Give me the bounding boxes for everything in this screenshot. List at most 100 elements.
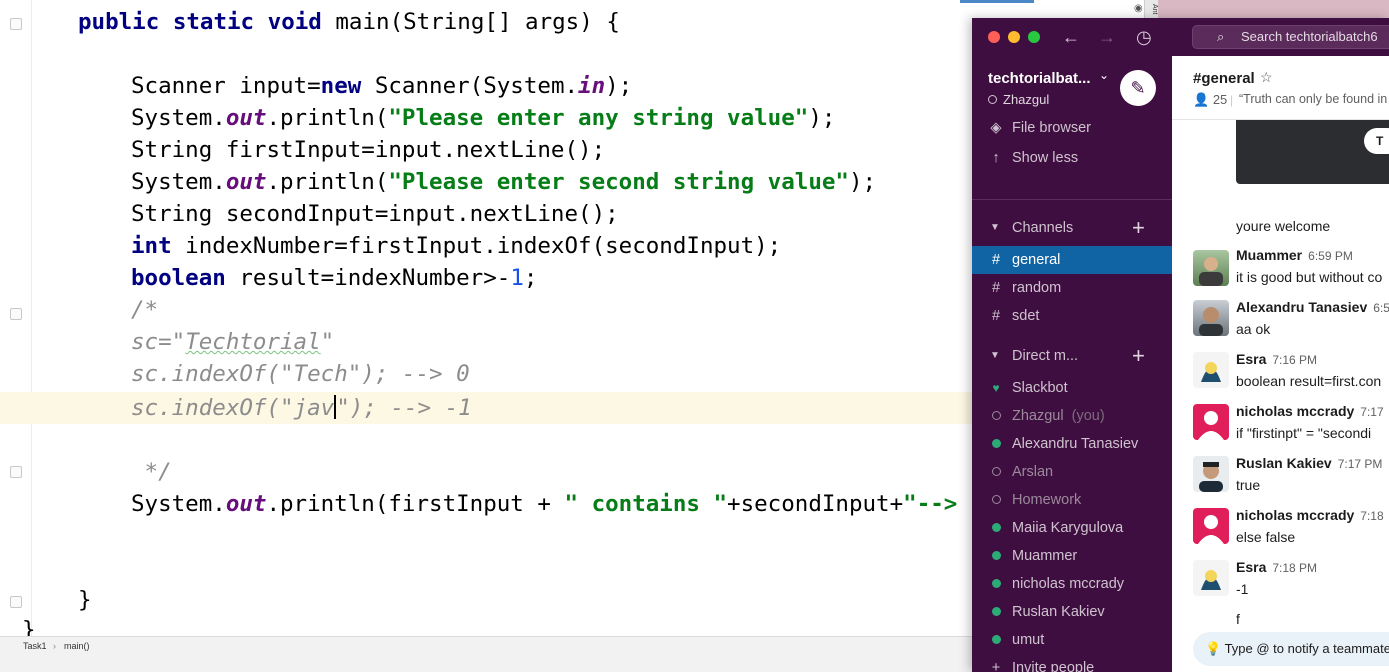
presence-online-icon: [991, 523, 1001, 532]
hash-icon: #: [991, 280, 1001, 296]
presence-away-icon: [991, 411, 1001, 420]
invite-people-button[interactable]: + Invite people: [972, 654, 1172, 672]
sidebar-item-show-less[interactable]: ↑ Show less: [972, 144, 1172, 172]
minimize-window-button[interactable]: [1008, 31, 1020, 43]
sidebar-item-arslan[interactable]: Arslan: [972, 458, 1172, 486]
sidebar-item-alexandru-tanasiev[interactable]: Alexandru Tanasiev: [972, 430, 1172, 458]
presence-away-icon: [991, 467, 1001, 476]
message-author[interactable]: Alexandru Tanasiev 6:5: [1236, 299, 1389, 315]
code-editor[interactable]: public static void main(String[] args) {…: [0, 0, 998, 643]
search-bar[interactable]: ⌕ Search techtorialbatch6: [1192, 25, 1389, 49]
message-author[interactable]: nicholas mccrady 7:18: [1236, 507, 1384, 523]
channels-section-header[interactable]: ▼ Channels +: [972, 214, 1172, 242]
channel-header: #general ☆ 👤 25 | “Truth can only be fou…: [1172, 56, 1389, 120]
presence-away-icon: [991, 495, 1001, 504]
sidebar-item-homework[interactable]: Homework: [972, 486, 1172, 514]
current-user: Zhazgul: [988, 92, 1049, 107]
attachment-button[interactable]: T: [1364, 128, 1389, 154]
sidebar-item-zhazgul[interactable]: Zhazgul (you): [972, 402, 1172, 430]
add-dm-icon[interactable]: +: [1132, 342, 1145, 370]
layers-icon: ◈: [990, 120, 1002, 136]
message-text: -1: [1236, 581, 1249, 597]
sidebar-divider: [972, 199, 1172, 200]
code-line: sc="Techtorial": [131, 329, 335, 355]
member-count[interactable]: 👤 25: [1193, 92, 1227, 108]
avatar[interactable]: [1193, 508, 1229, 544]
code-line: System.out.println("Please enter any str…: [131, 105, 836, 131]
sidebar-item-ruslan-kakiev[interactable]: Ruslan Kakiev: [972, 598, 1172, 626]
code-line: sc.indexOf("jav"); --> -1: [131, 395, 472, 421]
text-cursor: [334, 395, 337, 419]
ant-tool-tab[interactable]: Ant: [1144, 0, 1158, 18]
message-text: aa ok: [1236, 321, 1271, 337]
header-divider: |: [1230, 93, 1234, 107]
sidebar-item-random[interactable]: # random: [972, 274, 1172, 302]
message-author[interactable]: Esra 7:18 PM: [1236, 559, 1317, 575]
workspace-name[interactable]: techtorialbat...: [988, 70, 1091, 87]
avatar[interactable]: [1193, 250, 1229, 286]
code-line: String secondInput=input.nextLine();: [131, 201, 619, 227]
message-author[interactable]: Ruslan Kakiev 7:17 PM: [1236, 455, 1382, 471]
star-icon[interactable]: ☆: [1260, 69, 1273, 86]
direct-messages-section-header[interactable]: ▼ Direct m... +: [972, 342, 1172, 370]
sidebar-item-file-browser[interactable]: ◈ File browser: [972, 114, 1172, 142]
avatar[interactable]: [1193, 404, 1229, 440]
message-composer[interactable]: 💡 Type @ to notify a teammate.: [1193, 632, 1389, 666]
sidebar-item-general[interactable]: # general: [972, 246, 1172, 274]
message-author[interactable]: nicholas mccrady 7:17: [1236, 403, 1384, 419]
caret-down-icon: ▼: [990, 222, 1000, 233]
sidebar-item-nicholas-mccrady[interactable]: nicholas mccrady: [972, 570, 1172, 598]
code-line: */: [131, 459, 172, 485]
search-placeholder: Search techtorialbatch6: [1241, 29, 1378, 44]
message-text: youre welcome: [1236, 218, 1331, 234]
maximize-window-button[interactable]: [1028, 31, 1040, 43]
presence-online-icon: [991, 635, 1001, 644]
sidebar-item-muammer[interactable]: Muammer: [972, 542, 1172, 570]
avatar[interactable]: [1193, 560, 1229, 596]
slack-sidebar: techtorialbat... ⌄ Zhazgul ✎ ◈ File brow…: [972, 56, 1172, 672]
presence-online-icon: [991, 551, 1001, 560]
avatar[interactable]: [1193, 300, 1229, 336]
breadcrumb-item[interactable]: main(): [64, 641, 90, 651]
message-author[interactable]: Esra 7:16 PM: [1236, 351, 1317, 367]
desktop-background: [1158, 0, 1389, 18]
composer-hint: Type @ to notify a teammate.: [1224, 641, 1389, 656]
code-line: sc.indexOf("Tech"); --> 0: [131, 361, 470, 387]
code-line: /*: [131, 297, 159, 323]
compose-icon: ✎: [1130, 78, 1146, 98]
person-icon: 👤: [1193, 92, 1210, 107]
channel-pane: #general ☆ 👤 25 | “Truth can only be fou…: [1172, 56, 1389, 672]
avatar[interactable]: [1193, 456, 1229, 492]
code-line: String firstInput=input.nextLine();: [131, 137, 606, 163]
sidebar-item-sdet[interactable]: # sdet: [972, 302, 1172, 330]
sidebar-item-slackbot[interactable]: ♥ Slackbot: [972, 374, 1172, 402]
presence-online-icon: [991, 439, 1001, 448]
breadcrumb-separator: ›: [53, 641, 56, 651]
chevron-down-icon[interactable]: ⌄: [1099, 68, 1109, 82]
eye-icon[interactable]: ◉: [1134, 3, 1143, 14]
channel-topic: “Truth can only be found in: [1239, 92, 1388, 106]
message-text: if "firstinpt" = "secondi: [1236, 425, 1372, 441]
search-icon: ⌕: [1217, 29, 1225, 44]
plus-icon: +: [991, 660, 1001, 672]
breadcrumb-item[interactable]: Task1: [23, 641, 47, 651]
presence-online-icon: [991, 607, 1001, 616]
sidebar-item-umut[interactable]: umut: [972, 626, 1172, 654]
message-author[interactable]: Muammer 6:59 PM: [1236, 247, 1353, 263]
channel-name[interactable]: #general: [1193, 70, 1255, 87]
forward-arrow-icon[interactable]: →: [1098, 26, 1116, 48]
code-line: public static void main(String[] args) {: [78, 9, 620, 35]
add-channel-icon[interactable]: +: [1132, 214, 1145, 242]
code-line: System.out.println("Please enter second …: [131, 169, 877, 195]
sidebar-item-maiia-karygulova[interactable]: Maiia Karygulova: [972, 514, 1172, 542]
code-line: System.out.println(firstInput + " contai…: [131, 491, 998, 517]
attachment-preview[interactable]: T: [1236, 120, 1389, 184]
avatar[interactable]: [1193, 352, 1229, 388]
history-clock-icon[interactable]: ◷: [1136, 26, 1152, 48]
hash-icon: #: [991, 308, 1001, 324]
compose-button[interactable]: ✎: [1120, 70, 1156, 106]
lightbulb-icon: 💡: [1205, 641, 1222, 656]
back-arrow-icon[interactable]: ←: [1062, 26, 1080, 48]
close-window-button[interactable]: [988, 31, 1000, 43]
slack-window: ← → ◷ ⌕ Search techtorialbatch6 techtori…: [972, 18, 1389, 672]
